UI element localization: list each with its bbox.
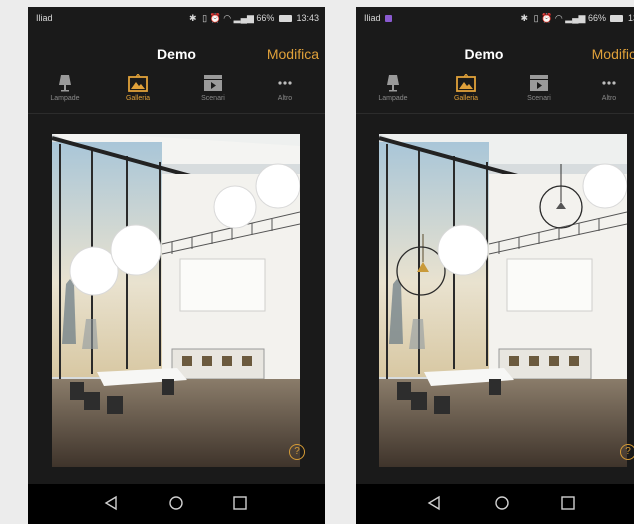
phone-screen-right: Iliad ✱ ▯ ⏰ ◠ ▂▄▆ 66% 13 Demo Modific La…: [356, 7, 634, 524]
tab-altro[interactable]: Altro: [250, 74, 320, 102]
app-header: Demo Modific: [356, 29, 634, 69]
light-marker[interactable]: [582, 163, 627, 209]
status-bar: Iliad ✱ ▯ ⏰ ◠ ▂▄▆ 66% 13: [356, 7, 634, 29]
battery-icon: [278, 15, 292, 22]
android-nav-bar: [356, 484, 634, 524]
vibrate-icon: ▯: [202, 13, 208, 23]
battery-percent: 66%: [256, 13, 275, 23]
tab-bar: Lampade Galleria Scenari Altro: [28, 69, 325, 114]
scene-clapper-icon: [204, 75, 222, 91]
recent-square-icon[interactable]: [232, 495, 248, 511]
battery-percent: 66%: [587, 13, 606, 23]
phone-screen-left: Iliad ✱ ▯ ⏰ ◠ ▂▄▆ 66% 13:43 Demo Modific…: [28, 7, 325, 524]
gallery-icon: [128, 74, 148, 92]
alarm-icon: ⏰: [209, 13, 221, 23]
notification-icon: [384, 15, 392, 22]
light-marker[interactable]: [110, 224, 162, 276]
bluetooth-icon: ✱: [520, 13, 529, 23]
tab-scenari[interactable]: Scenari: [504, 74, 574, 102]
app-header: Demo Modifica: [28, 29, 325, 69]
carrier-text: Iliad: [364, 13, 381, 23]
tab-lampade[interactable]: Lampade: [358, 74, 428, 102]
help-icon[interactable]: ?: [289, 444, 305, 460]
tab-altro[interactable]: Altro: [574, 74, 634, 102]
tab-label: Galleria: [125, 95, 151, 102]
vibrate-icon: ▯: [533, 13, 539, 23]
signal-icon: ▂▄▆: [233, 13, 254, 23]
status-indicators: ✱ ▯ ⏰ ◠ ▂▄▆ 66% 13: [521, 13, 634, 24]
carrier-label: Iliad: [364, 13, 392, 23]
tab-scenari[interactable]: Scenari: [178, 74, 248, 102]
tab-galleria[interactable]: Galleria: [103, 74, 173, 102]
bluetooth-icon: ✱: [189, 13, 197, 23]
back-triangle-icon[interactable]: [426, 495, 442, 511]
light-marker[interactable]: [213, 185, 257, 229]
status-indicators: ✱ ▯ ⏰ ◠ ▂▄▆ 66% 13:43: [189, 13, 319, 24]
signal-icon: ▂▄▆: [565, 13, 586, 23]
carrier-label: Iliad: [36, 13, 53, 23]
tab-label: Lampade: [50, 95, 80, 102]
tab-lampade[interactable]: Lampade: [30, 74, 100, 102]
gallery-icon: [456, 74, 476, 92]
tab-label: Scenari: [527, 95, 551, 102]
tab-bar: Lampade Galleria Scenari Altro: [356, 69, 634, 114]
scene-clapper-icon: [530, 75, 548, 91]
edit-button[interactable]: Modific: [592, 46, 634, 62]
room-photo: [379, 134, 627, 467]
battery-icon: [610, 15, 624, 22]
light-marker[interactable]: [69, 246, 119, 296]
light-marker[interactable]: [255, 163, 300, 209]
home-circle-icon[interactable]: [168, 495, 184, 511]
tab-galleria[interactable]: Galleria: [431, 74, 501, 102]
tab-label: Altro: [601, 95, 617, 102]
wifi-icon: ◠: [223, 13, 232, 23]
back-triangle-icon[interactable]: [103, 495, 119, 511]
clock: 13:43: [296, 13, 319, 23]
lamp-icon: [387, 75, 399, 92]
wifi-icon: ◠: [554, 13, 563, 23]
tab-label: Galleria: [453, 95, 479, 102]
status-bar: Iliad ✱ ▯ ⏰ ◠ ▂▄▆ 66% 13:43: [28, 7, 325, 29]
android-nav-bar: [28, 484, 325, 524]
lamp-icon: [59, 75, 71, 92]
more-dots-icon: [278, 81, 292, 85]
tab-label: Lampade: [378, 95, 408, 102]
recent-square-icon[interactable]: [560, 495, 576, 511]
edit-button[interactable]: Modifica: [267, 46, 319, 62]
home-circle-icon[interactable]: [494, 495, 510, 511]
room-photo: [52, 134, 300, 467]
help-icon[interactable]: ?: [620, 444, 634, 460]
more-dots-icon: [602, 81, 616, 85]
light-marker[interactable]: [437, 224, 489, 276]
clock: 13: [627, 13, 634, 23]
alarm-icon: ⏰: [541, 13, 553, 23]
tab-label: Altro: [277, 95, 293, 102]
tab-label: Scenari: [201, 95, 225, 102]
